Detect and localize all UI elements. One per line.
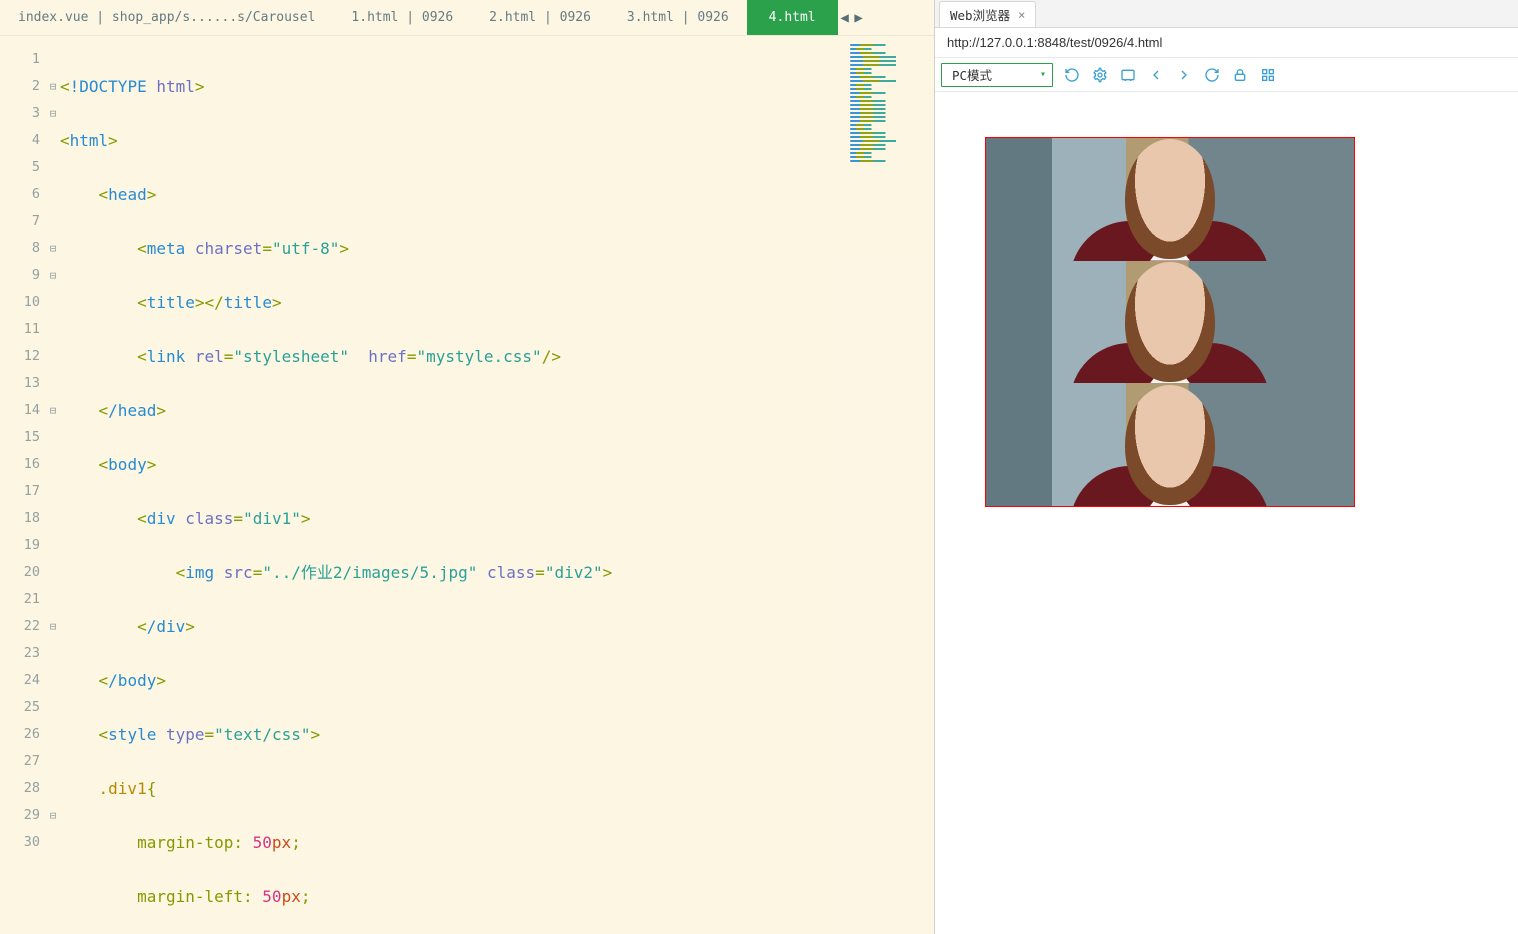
line-number-gutter: 1 2 3 4 5 6 7 8 9 10 11 12 13 14 15 16 1… xyxy=(0,36,46,934)
refresh-icon[interactable] xyxy=(1203,66,1221,84)
browser-tab[interactable]: Web浏览器 × xyxy=(939,1,1036,27)
tab-label: 1.html | 0926 xyxy=(351,10,453,25)
tab-label: 4.html xyxy=(769,10,816,25)
tab-label: 3.html | 0926 xyxy=(627,10,729,25)
tab-1-html[interactable]: 1.html | 0926 xyxy=(333,0,471,35)
line-number: 19 xyxy=(0,532,46,559)
line-number: 26 xyxy=(0,721,46,748)
line-number: 2 xyxy=(0,73,46,100)
preview-image-row xyxy=(986,261,1354,384)
back-icon[interactable] xyxy=(1147,66,1165,84)
gear-icon[interactable] xyxy=(1091,66,1109,84)
line-number: 20 xyxy=(0,559,46,586)
lock-icon[interactable] xyxy=(1231,66,1249,84)
tab-scroll-left-icon[interactable]: ◀ xyxy=(838,0,852,36)
line-number: 1 xyxy=(0,46,46,73)
line-number: 23 xyxy=(0,640,46,667)
line-number: 18 xyxy=(0,505,46,532)
line-number: 15 xyxy=(0,424,46,451)
tab-label: 2.html | 0926 xyxy=(489,10,591,25)
line-number: 17 xyxy=(0,478,46,505)
chevron-down-icon: ▾ xyxy=(1040,69,1046,80)
line-number: 21 xyxy=(0,586,46,613)
line-number: 14 xyxy=(0,397,46,424)
editor-tab-bar: index.vue | shop_app/s......s/Carousel 1… xyxy=(0,0,934,36)
line-number: 8 xyxy=(0,235,46,262)
tab-index-vue[interactable]: index.vue | shop_app/s......s/Carousel xyxy=(0,0,333,35)
browser-tab-bar: Web浏览器 × xyxy=(935,0,1518,28)
preview-image-row xyxy=(986,138,1354,261)
fold-toggle-icon[interactable]: ⊟ xyxy=(46,802,60,829)
line-number: 16 xyxy=(0,451,46,478)
line-number: 28 xyxy=(0,775,46,802)
line-number: 11 xyxy=(0,316,46,343)
screenshot-icon[interactable] xyxy=(1119,66,1137,84)
tab-2-html[interactable]: 2.html | 0926 xyxy=(471,0,609,35)
line-number: 27 xyxy=(0,748,46,775)
url-input[interactable] xyxy=(941,32,1512,54)
line-number: 13 xyxy=(0,370,46,397)
fold-toggle-icon[interactable]: ⊟ xyxy=(46,613,60,640)
preview-image-row xyxy=(986,383,1354,506)
fold-toggle-icon[interactable]: ⊟ xyxy=(46,397,60,424)
line-number: 4 xyxy=(0,127,46,154)
browser-pane: Web浏览器 × PC模式 ▾ xyxy=(934,0,1518,934)
device-mode-label: PC模式 xyxy=(952,65,992,84)
grid-icon[interactable] xyxy=(1259,66,1277,84)
line-number: 12 xyxy=(0,343,46,370)
line-number: 9 xyxy=(0,262,46,289)
browser-tab-label: Web浏览器 xyxy=(950,5,1010,24)
close-icon[interactable]: × xyxy=(1018,8,1025,22)
line-number: 3 xyxy=(0,100,46,127)
url-bar xyxy=(935,28,1518,58)
line-number: 10 xyxy=(0,289,46,316)
line-number: 29 xyxy=(0,802,46,829)
editor-area: 1 2 3 4 5 6 7 8 9 10 11 12 13 14 15 16 1… xyxy=(0,36,934,934)
rotate-icon[interactable] xyxy=(1063,66,1081,84)
fold-toggle-icon[interactable]: ⊟ xyxy=(46,73,60,100)
line-number: 22 xyxy=(0,613,46,640)
minimap[interactable] xyxy=(844,36,934,934)
code-view[interactable]: 1 2 3 4 5 6 7 8 9 10 11 12 13 14 15 16 1… xyxy=(0,36,844,934)
fold-toggle-icon[interactable]: ⊟ xyxy=(46,262,60,289)
line-number: 7 xyxy=(0,208,46,235)
tab-scroll-right-icon[interactable]: ▶ xyxy=(852,0,866,36)
line-number: 30 xyxy=(0,829,46,856)
fold-gutter: ⊟ ⊟ ⊟ ⊟ ⊟ ⊟ ⊟ xyxy=(46,36,60,934)
fold-toggle-icon[interactable]: ⊟ xyxy=(46,100,60,127)
source-code[interactable]: <!DOCTYPE html> <html> <head> <meta char… xyxy=(60,36,844,934)
line-number: 6 xyxy=(0,181,46,208)
line-number: 5 xyxy=(0,154,46,181)
editor-pane: index.vue | shop_app/s......s/Carousel 1… xyxy=(0,0,934,934)
fold-toggle-icon[interactable]: ⊟ xyxy=(46,235,60,262)
preview-viewport xyxy=(935,92,1518,934)
tab-3-html[interactable]: 3.html | 0926 xyxy=(609,0,747,35)
device-mode-select[interactable]: PC模式 ▾ xyxy=(941,63,1053,87)
tab-4-html-active[interactable]: 4.html xyxy=(747,0,838,35)
preview-div1[interactable] xyxy=(985,137,1355,507)
forward-icon[interactable] xyxy=(1175,66,1193,84)
browser-toolbar: PC模式 ▾ xyxy=(935,58,1518,92)
tab-label: index.vue | shop_app/s......s/Carousel xyxy=(18,10,315,25)
line-number: 25 xyxy=(0,694,46,721)
line-number: 24 xyxy=(0,667,46,694)
